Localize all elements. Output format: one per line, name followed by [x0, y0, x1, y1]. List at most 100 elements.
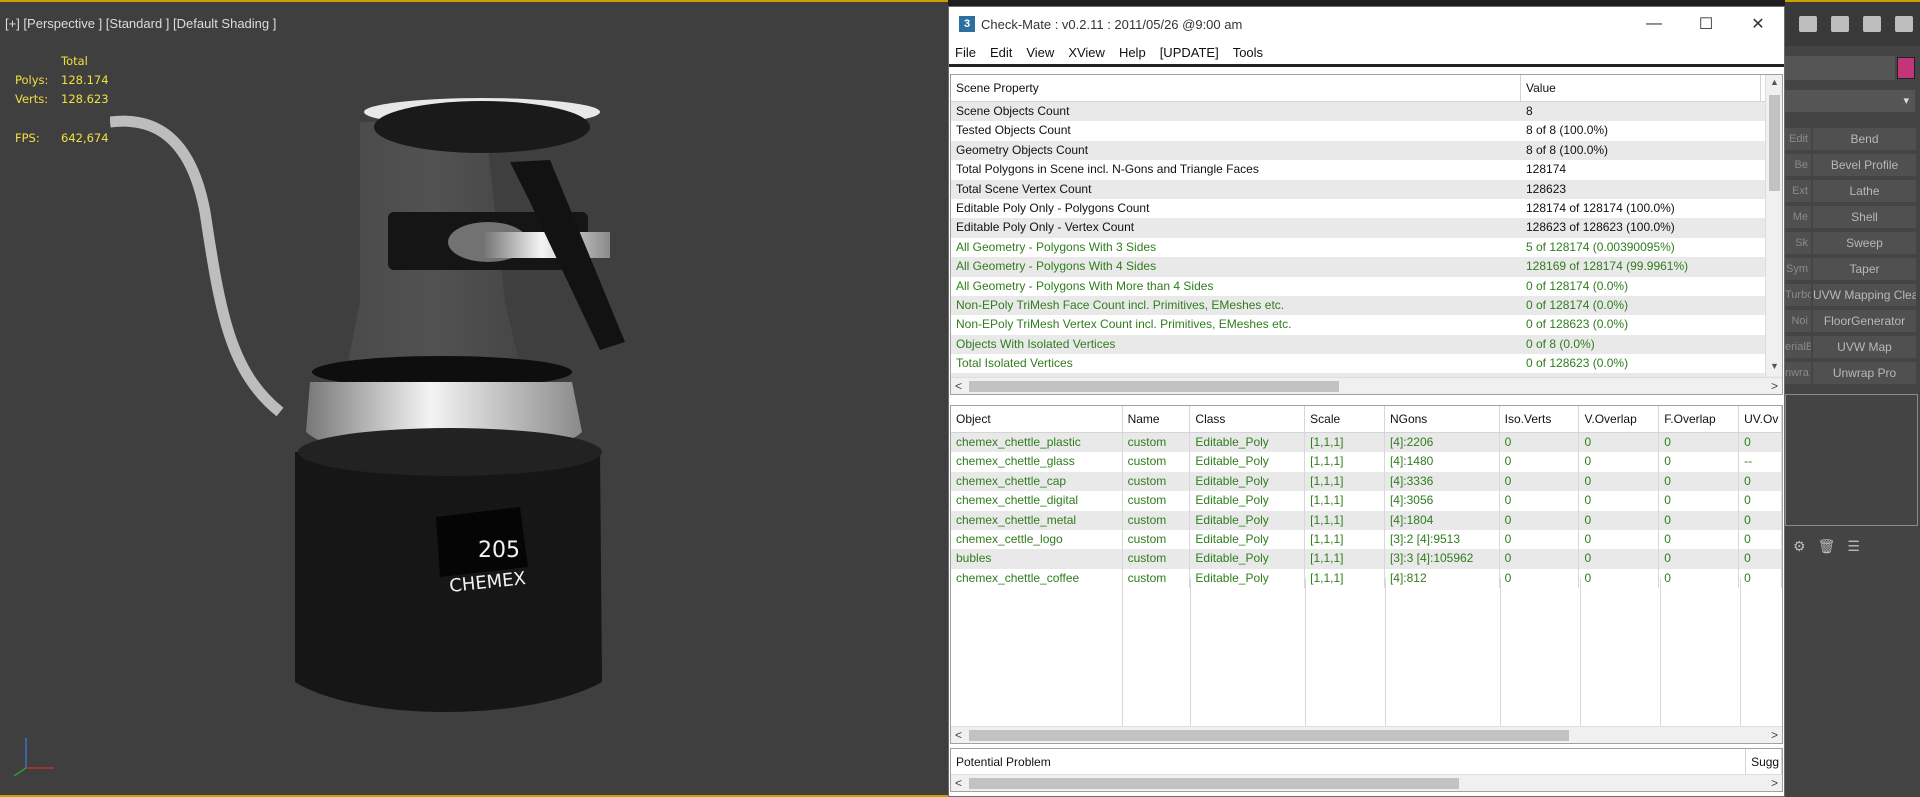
object-table[interactable]: Object Name Class Scale NGons Iso.Verts …	[950, 405, 1783, 744]
scroll-up-icon[interactable]: ▲	[1770, 77, 1779, 87]
column-header-v-overlap[interactable]: V.Overlap	[1579, 406, 1660, 432]
modify-tab-icon[interactable]	[1831, 16, 1849, 32]
column-header-f-overlap[interactable]: F.Overlap	[1659, 406, 1740, 432]
scene-table-row[interactable]: Scene Objects Count 8	[951, 102, 1782, 122]
scene-table-row[interactable]: Total Isolated Vertices 0 of 128623 (0.0%…	[951, 354, 1782, 374]
modifier-unwrap-pro-button[interactable]: Unwrap Pro	[1813, 362, 1916, 384]
modifier-uvw-map-button[interactable]: UVW Map	[1813, 336, 1916, 358]
menu-file[interactable]: File	[955, 45, 976, 60]
configure-sets-icon[interactable]: ☰	[1847, 538, 1860, 555]
scroll-thumb[interactable]	[1769, 95, 1780, 191]
scroll-right-icon[interactable]: >	[1771, 728, 1778, 742]
column-header-name[interactable]: Name	[1123, 406, 1191, 432]
scene-table-row[interactable]: Total Polygons in Scene incl. N-Gons and…	[951, 160, 1782, 180]
scene-table-row[interactable]: All Geometry - Polygons With More than 4…	[951, 276, 1782, 296]
object-table-row[interactable]: chemex_chettle_glass custom Editable_Poly[…	[951, 452, 1782, 472]
object-table-row[interactable]: chemex_cettle_logo custom Editable_Poly [1,…	[951, 529, 1782, 550]
kettle-model[interactable]: 205 CHEMEX	[110, 92, 760, 772]
modifier-uvw-mapping-clear-button[interactable]: UVW Mapping Clear	[1813, 284, 1916, 306]
scroll-thumb[interactable]	[969, 778, 1459, 789]
column-header-suggestion[interactable]: Sugg	[1746, 749, 1782, 775]
column-header-scene-property[interactable]: Scene Property	[951, 75, 1521, 101]
pin-stack-icon[interactable]: ⚙	[1793, 538, 1806, 555]
modifier-left-0[interactable]: Edit	[1785, 128, 1811, 150]
modifier-left-8[interactable]: erialB	[1785, 336, 1811, 358]
minimize-button[interactable]: —	[1628, 7, 1680, 41]
viewport-label[interactable]: [+] [Perspective ] [Standard ] [Default …	[5, 16, 276, 31]
object-table-row[interactable]: chemex_chettle_cap custom Editable_Poly [1,…	[951, 471, 1782, 492]
scroll-left-icon[interactable]: <	[955, 776, 962, 790]
column-header-class[interactable]: Class	[1190, 406, 1306, 432]
scroll-thumb[interactable]	[969, 730, 1569, 741]
scroll-right-icon[interactable]: >	[1771, 776, 1778, 790]
modifier-left-1[interactable]: Be	[1785, 154, 1811, 176]
modifier-left-6[interactable]: Turbo	[1785, 284, 1811, 306]
modifier-bend-button[interactable]: Bend	[1813, 128, 1916, 150]
object-table-row[interactable]: bubles custom Editable_Poly [1,1,1] [3]:3 [4…	[951, 549, 1782, 569]
close-button[interactable]: ✕	[1732, 7, 1784, 41]
modifier-left-2[interactable]: Ext	[1785, 180, 1811, 202]
scroll-right-icon[interactable]: >	[1771, 379, 1778, 393]
scene-table-row[interactable]: Total Scene Vertex Count 128623	[951, 179, 1782, 199]
column-header-iso-verts[interactable]: Iso.Verts	[1500, 406, 1580, 432]
scene-table-row[interactable]: Tested Objects Count 8 of 8 (100.0%)	[951, 121, 1782, 141]
column-header-value[interactable]: Value	[1521, 75, 1761, 101]
class-cell: Editable_Poly	[1190, 529, 1306, 550]
modifier-sweep-button[interactable]: Sweep	[1813, 232, 1916, 254]
maximize-button[interactable]: ☐	[1680, 7, 1732, 41]
object-table-hscroll[interactable]: < >	[951, 726, 1782, 743]
scene-table-vscroll[interactable]: ▲ ▼	[1765, 75, 1782, 376]
modifier-stack[interactable]	[1785, 394, 1918, 526]
scene-table-row[interactable]: Non-EPoly TriMesh Face Count incl. Primi…	[951, 295, 1782, 316]
object-name-field[interactable]	[1785, 56, 1895, 80]
modifier-left-5[interactable]: Sym	[1785, 258, 1811, 280]
scene-table-row[interactable]: Geometry Objects Count 8 of 8 (100.0%)	[951, 140, 1782, 161]
delete-modifier-icon[interactable]: 🗑	[1818, 538, 1836, 555]
object-table-row[interactable]: chemex_chettle_plastic custom Editable_Pol…	[951, 433, 1782, 453]
scene-property-table[interactable]: Scene Property Value Scene Objects Count…	[950, 74, 1783, 395]
scene-table-row[interactable]: Editable Poly Only - Polygons Count 12817…	[951, 198, 1782, 219]
scroll-thumb[interactable]	[969, 381, 1339, 392]
menu-help[interactable]: Help	[1119, 45, 1146, 60]
utilities-tab-icon[interactable]	[1895, 16, 1913, 32]
modifier-left-3[interactable]: Me	[1785, 206, 1811, 228]
modifier-bevel-profile-button[interactable]: Bevel Profile	[1813, 154, 1916, 176]
column-header-object[interactable]: Object	[951, 406, 1123, 432]
modifier-left-7[interactable]: Noi	[1785, 310, 1811, 332]
display-tab-icon[interactable]	[1863, 16, 1881, 32]
menu-update[interactable]: [UPDATE]	[1160, 45, 1219, 60]
modifier-list-dropdown[interactable]: ▾	[1785, 90, 1915, 112]
scroll-left-icon[interactable]: <	[955, 728, 962, 742]
scene-table-row[interactable]: All Geometry - Polygons With 3 Sides 5 of…	[951, 237, 1782, 258]
column-header-ngons[interactable]: NGons	[1385, 406, 1500, 432]
column-header-potential-problem[interactable]: Potential Problem	[951, 749, 1747, 775]
modifier-floorgenerator-button[interactable]: FloorGenerator	[1813, 310, 1916, 332]
modifier-taper-button[interactable]: Taper	[1813, 258, 1916, 280]
scene-table-row[interactable]: Objects With Isolated Vertices 0 of 8 (0.…	[951, 334, 1782, 355]
scene-table-row[interactable]: All Geometry - Polygons With 4 Sides 1281…	[951, 257, 1782, 277]
title-bar[interactable]: 3 Check-Mate : v0.2.11 : 2011/05/26 @9:0…	[949, 7, 1784, 41]
scroll-down-icon[interactable]: ▼	[1770, 361, 1779, 371]
menu-edit[interactable]: Edit	[990, 45, 1012, 60]
problem-table[interactable]: Potential Problem Sugg < >	[950, 748, 1783, 792]
modifier-shell-button[interactable]: Shell	[1813, 206, 1916, 228]
menu-xview[interactable]: XView	[1068, 45, 1105, 60]
object-table-row[interactable]: chemex_chettle_metal custom Editable_Poly[…	[951, 510, 1782, 530]
scene-table-row[interactable]: Editable Poly Only - Vertex Count 128623 …	[951, 218, 1782, 238]
scene-table-row[interactable]: Non-EPoly TriMesh Vertex Count incl. Pri…	[951, 315, 1782, 335]
modifier-left-4[interactable]: Sk	[1785, 232, 1811, 254]
object-color-swatch[interactable]	[1897, 57, 1915, 79]
column-header-uv-overlap[interactable]: UV.Ov	[1739, 406, 1782, 432]
object-table-row[interactable]: chemex_chettle_digital custom Editable_Pol…	[951, 491, 1782, 511]
menu-tools[interactable]: Tools	[1233, 45, 1263, 60]
create-tab-icon[interactable]	[1799, 16, 1817, 32]
problem-table-hscroll[interactable]: < >	[951, 774, 1782, 791]
scene-table-hscroll[interactable]: < >	[951, 377, 1782, 394]
grid-column	[1306, 578, 1386, 726]
column-header-scale[interactable]: Scale	[1305, 406, 1385, 432]
menu-view[interactable]: View	[1026, 45, 1054, 60]
modifier-left-9[interactable]: nwra	[1785, 362, 1811, 384]
scroll-left-icon[interactable]: <	[955, 379, 962, 393]
modifier-lathe-button[interactable]: Lathe	[1813, 180, 1916, 202]
perspective-viewport[interactable]: [+] [Perspective ] [Standard ] [Default …	[0, 0, 948, 797]
